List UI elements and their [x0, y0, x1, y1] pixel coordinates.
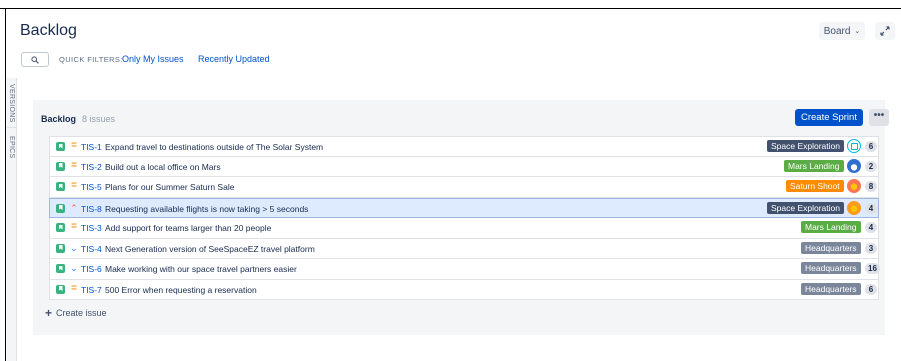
create-issue-button[interactable]: + Create issue: [45, 306, 107, 320]
story-points-badge: 2: [865, 160, 877, 172]
page-title: Backlog: [20, 22, 77, 39]
issue-summary: Requesting available flights is now taki…: [105, 203, 309, 214]
story-points-badge: 16: [865, 263, 880, 274]
issue-row[interactable]: = TIS-1 Expand travel to destinations outs…: [49, 136, 879, 157]
story-points-badge: 4: [865, 202, 877, 214]
epic-label: Headquarters: [801, 262, 861, 274]
board-dropdown-label: Board: [823, 25, 851, 37]
window-left-border: [0, 9, 6, 361]
epic-label: Headquarters: [801, 282, 861, 295]
epic-label: Space Exploration: [767, 201, 844, 214]
backlog-issue-count: 8 issues: [82, 114, 116, 124]
issue-row[interactable]: ⌄ TIS-6 Make working with our space travel…: [49, 259, 880, 280]
window-top-border: [0, 0, 901, 9]
side-tab-divider: [7, 127, 17, 128]
story-icon: [56, 161, 65, 171]
priority-high-icon: ⌃: [70, 202, 78, 213]
issue-summary: Expand travel to destinations outside of…: [105, 142, 324, 152]
issue-summary: Next Generation version of SeeSpaceEZ tr…: [105, 243, 315, 254]
plus-icon: +: [45, 306, 53, 320]
expand-icon: [880, 26, 890, 36]
priority-medium-icon: =: [71, 159, 77, 171]
priority-medium-icon: =: [71, 221, 77, 232]
issue-key[interactable]: TIS-6: [81, 264, 102, 274]
issue-row[interactable]: = TIS-7 500 Error when requesting a reserv…: [49, 279, 879, 300]
story-icon: [56, 284, 65, 294]
story-icon: [56, 243, 65, 253]
story-icon: [56, 264, 65, 273]
issue-summary: Add support for teams larger than 20 peo…: [105, 223, 272, 233]
issue-key[interactable]: TIS-3: [81, 223, 102, 233]
story-points-badge: 8: [865, 181, 877, 192]
issue-row[interactable]: = TIS-5 Plans for our Summer Saturn Sale Sa…: [49, 177, 879, 198]
issue-summary: 500 Error when requesting a reservation: [105, 284, 257, 295]
assignee-avatar[interactable]: [847, 200, 861, 215]
expand-button[interactable]: [875, 22, 895, 40]
assignee-avatar[interactable]: [847, 158, 861, 173]
story-icon: [56, 203, 65, 213]
issue-row[interactable]: ⌃ TIS-8 Requesting available flights is no…: [49, 197, 879, 218]
issue-row[interactable]: = TIS-2 Build out a local office on Mars Ma…: [49, 156, 879, 177]
issue-key[interactable]: TIS-2: [81, 162, 102, 172]
issue-summary: Plans for our Summer Saturn Sale: [105, 182, 235, 192]
issue-row[interactable]: = TIS-3 Add support for teams larger than …: [49, 218, 879, 239]
epic-label: Mars Landing: [784, 159, 844, 172]
quick-filters-label: QUICK FILTERS:: [59, 55, 123, 64]
epic-label: Space Exploration: [767, 140, 844, 152]
issue-key[interactable]: TIS-8: [81, 204, 102, 214]
issue-row[interactable]: ⌄ TIS-4 Next Generation version of SeeSpac…: [49, 238, 879, 259]
create-issue-label: Create issue: [56, 308, 107, 318]
priority-medium-icon: =: [71, 180, 77, 191]
story-points-badge: 4: [865, 222, 877, 233]
story-icon: [56, 182, 65, 191]
assignee-avatar[interactable]: [847, 139, 861, 153]
assignee-avatar[interactable]: [847, 179, 861, 193]
tab-versions[interactable]: VERSIONS: [8, 84, 15, 123]
issue-key[interactable]: TIS-1: [81, 142, 102, 152]
epic-label: Mars Landing: [801, 221, 861, 233]
story-points-badge: 6: [865, 283, 877, 295]
issue-list: = TIS-1 Expand travel to destinations outs…: [49, 136, 880, 300]
priority-low-icon: ⌄: [70, 242, 78, 253]
epic-label: Headquarters: [801, 241, 861, 254]
priority-medium-icon: =: [71, 282, 77, 294]
issue-key[interactable]: TIS-7: [81, 285, 102, 295]
board-dropdown-button[interactable]: Board ⌄: [819, 22, 865, 40]
priority-medium-icon: =: [71, 140, 77, 151]
issue-summary: Build out a local office on Mars: [105, 161, 221, 172]
backlog-heading: Backlog: [41, 114, 77, 124]
tab-epics[interactable]: EPICS: [8, 136, 15, 159]
more-actions-button[interactable]: •••: [869, 109, 889, 126]
create-sprint-button[interactable]: Create Sprint: [795, 109, 863, 126]
filter-recently-updated[interactable]: Recently Updated: [198, 54, 270, 64]
epic-label: Saturn Shoot: [786, 180, 844, 192]
story-points-badge: 6: [865, 141, 877, 152]
search-icon: [31, 55, 39, 64]
story-icon: [56, 223, 65, 232]
chevron-down-icon: ⌄: [854, 28, 861, 35]
search-input[interactable]: [21, 52, 49, 67]
story-points-badge: 3: [865, 242, 877, 254]
filter-only-my-issues[interactable]: Only My Issues: [122, 54, 184, 64]
story-icon: [56, 142, 65, 151]
issue-key[interactable]: TIS-5: [81, 182, 102, 192]
issue-summary: Make working with our space travel partn…: [105, 264, 297, 274]
priority-low-icon: ⌄: [70, 263, 78, 273]
issue-key[interactable]: TIS-4: [81, 244, 102, 254]
